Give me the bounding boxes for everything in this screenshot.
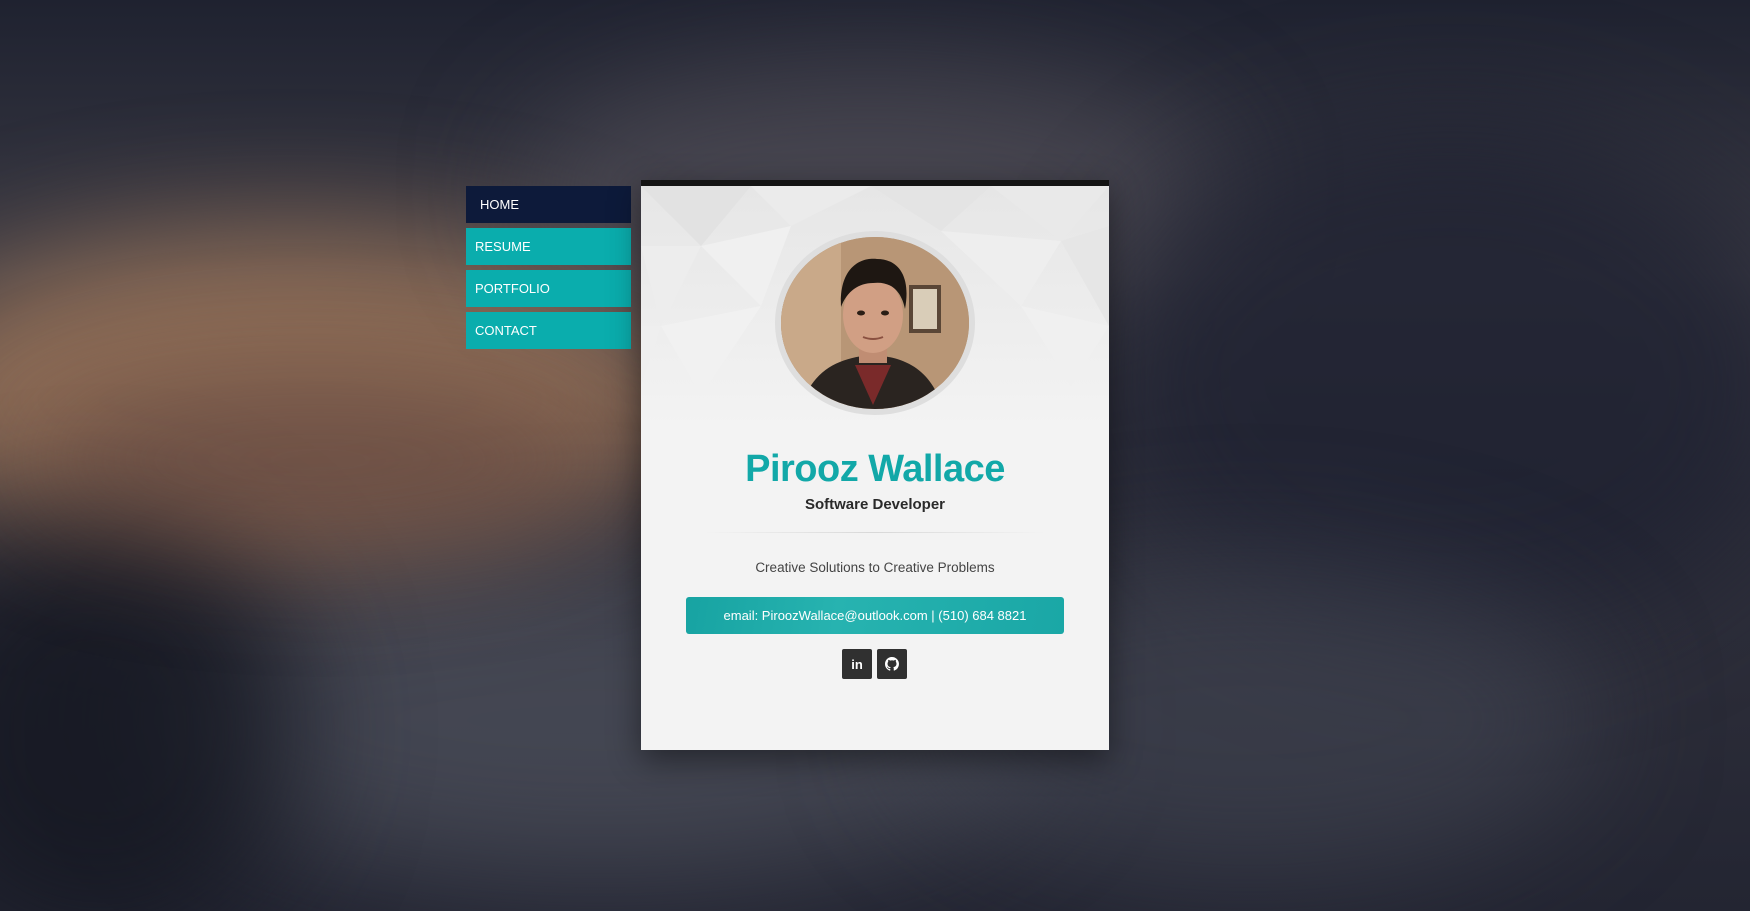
menu-item-home[interactable]: HOME [466, 186, 631, 223]
linkedin-icon: in [851, 656, 863, 672]
profile-card: Pirooz Wallace Software Developer Creati… [641, 180, 1109, 750]
divider [705, 532, 1045, 533]
side-menu: HOME RESUME PORTFOLIO CONTACT [466, 186, 631, 354]
profile-name: Pirooz Wallace [745, 448, 1005, 490]
linkedin-button[interactable]: in [842, 649, 872, 679]
github-icon [885, 657, 899, 671]
profile-role: Software Developer [804, 496, 946, 513]
avatar-ring [775, 231, 975, 415]
menu-item-resume[interactable]: RESUME [466, 228, 631, 265]
menu-item-contact[interactable]: CONTACT [466, 312, 631, 349]
profile-tagline: Creative Solutions to Creative Problems [755, 560, 995, 575]
contact-info-button[interactable]: email: PiroozWallace@outlook.com | (510)… [686, 597, 1064, 634]
menu-item-portfolio[interactable]: PORTFOLIO [466, 270, 631, 307]
github-button[interactable] [877, 649, 907, 679]
avatar [781, 237, 969, 409]
